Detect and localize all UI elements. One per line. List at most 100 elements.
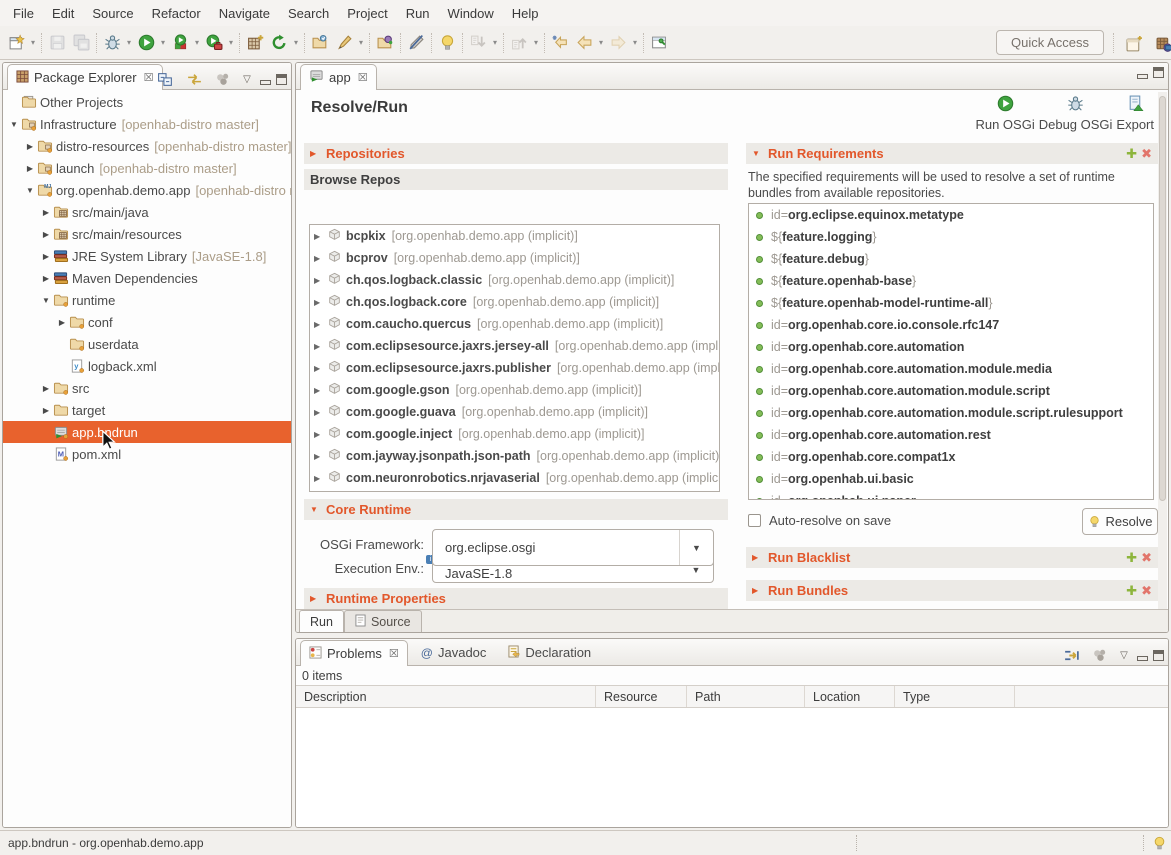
section-run-requirements[interactable]: ▼ Run Requirements ✚ ✖ [746,143,1158,164]
repo-item-com-google-guava[interactable]: ▶com.google.guava[org.openhab.demo.app (… [310,401,719,423]
tree-item-jre-system-library[interactable]: ▶JRE System Library[JavaSE-1.8] [3,245,291,267]
link-with-editor-icon[interactable] [182,67,206,91]
new-java-project-icon[interactable] [243,31,267,55]
focus-on-active-task-icon[interactable] [211,67,235,91]
remove-bundle-icon[interactable]: ✖ [1141,583,1152,599]
dropdown-caret-icon[interactable]: ▾ [124,38,134,47]
tree-item-distro-resources[interactable]: ▶distro-resources[openhab-distro master] [3,135,291,157]
lightbulb-icon[interactable] [435,31,459,55]
repo-item-com-jayway-jsonpath-json-path[interactable]: ▶com.jayway.jsonpath.json-path[org.openh… [310,445,719,467]
chevron-right-icon[interactable]: ▶ [23,164,37,173]
profile-icon[interactable] [202,31,226,55]
filter-icon[interactable] [1059,643,1083,667]
requirement-item-org-openhab-core-automation-rest[interactable]: id=org.openhab.core.automation.rest [749,424,1153,446]
menu-refactor[interactable]: Refactor [143,2,210,25]
chevron-right-icon[interactable]: ▶ [314,232,327,241]
add-blacklist-icon[interactable]: ✚ [1126,550,1137,566]
menu-navigate[interactable]: Navigate [210,2,279,25]
run-icon[interactable] [134,31,158,55]
back-icon[interactable] [572,31,596,55]
tree-item-logback-xml[interactable]: ylogback.xml [3,355,291,377]
tree-item-src-main-java[interactable]: ▶src/main/java [3,201,291,223]
maximize-icon[interactable] [276,74,287,85]
mark-occurrences-icon[interactable] [404,31,428,55]
menu-window[interactable]: Window [439,2,503,25]
column-header-type[interactable]: Type [895,686,1015,707]
tree-item-userdata[interactable]: userdata [3,333,291,355]
tree-item-maven-dependencies[interactable]: ▶Maven Dependencies [3,267,291,289]
debug-icon[interactable] [100,31,124,55]
chevron-right-icon[interactable]: ▶ [314,386,327,395]
dropdown-caret-icon[interactable]: ▾ [531,38,541,47]
requirement-item-org-openhab-core-automation-module-script-rulesupport[interactable]: id=org.openhab.core.automation.module.sc… [749,402,1153,424]
remove-blacklist-icon[interactable]: ✖ [1141,550,1152,566]
section-run-blacklist[interactable]: ▶ Run Blacklist ✚ ✖ [746,547,1158,568]
dropdown-caret-icon[interactable]: ▾ [490,38,500,47]
chevron-down-icon[interactable]: ▼ [39,296,53,305]
remove-requirement-icon[interactable]: ✖ [1141,146,1152,162]
repo-item-com-neuronrobotics-nrjavaserial[interactable]: ▶com.neuronrobotics.nrjavaserial[org.ope… [310,467,719,489]
requirement-item-org-openhab-core-io-console-rfc147[interactable]: id=org.openhab.core.io.console.rfc147 [749,314,1153,336]
chevron-right-icon[interactable]: ▶ [314,342,327,351]
osgi-framework-combo[interactable]: org.eclipse.osgi ▼ [432,529,714,566]
chevron-right-icon[interactable]: ▶ [39,208,53,217]
add-requirement-icon[interactable]: ✚ [1126,146,1137,162]
chevron-right-icon[interactable]: ▶ [314,408,327,417]
section-run-bundles[interactable]: ▶ Run Bundles ✚ ✖ [746,580,1158,601]
tab-source[interactable]: Source [344,610,422,632]
requirement-item-org-openhab-core-automation-module-script[interactable]: id=org.openhab.core.automation.module.sc… [749,380,1153,402]
repo-item-ch-qos-logback-classic[interactable]: ▶ch.qos.logback.classic[org.openhab.demo… [310,269,719,291]
tab-javadoc[interactable]: @ Javadoc [412,639,496,665]
tree-item-other-projects[interactable]: Other Projects [3,91,291,113]
menu-help[interactable]: Help [503,2,548,25]
repo-item-bcprov[interactable]: ▶bcprov[org.openhab.demo.app (implicit)] [310,247,719,269]
requirement-item-feature-logging[interactable]: ${feature.logging} [749,226,1153,248]
lightbulb-icon[interactable] [1152,835,1167,854]
collapse-all-icon[interactable] [153,67,177,91]
open-task-icon[interactable] [308,31,332,55]
chevron-right-icon[interactable]: ▶ [23,142,37,151]
tree-item-src[interactable]: ▶src [3,377,291,399]
column-header-resource[interactable]: Resource [596,686,687,707]
dropdown-caret-icon[interactable]: ▾ [291,38,301,47]
highlight-icon[interactable] [332,31,356,55]
dropdown-caret-icon[interactable]: ▾ [28,38,38,47]
tree-item-app-bndrun[interactable]: app.bndrun [3,421,291,443]
close-icon[interactable]: ☒ [358,71,368,84]
chevron-right-icon[interactable]: ▶ [314,452,327,461]
repo-item-com-caucho-quercus[interactable]: ▶com.caucho.quercus[org.openhab.demo.app… [310,313,719,335]
dropdown-caret-icon[interactable]: ▾ [356,38,366,47]
tree-item-pom-xml[interactable]: Mpom.xml [3,443,291,465]
update-maven-project-icon[interactable] [267,31,291,55]
menu-search[interactable]: Search [279,2,338,25]
editor-tab-app[interactable]: app ☒ [300,64,377,90]
column-header-description[interactable]: Description [296,686,596,707]
last-edit-location-icon[interactable] [548,31,572,55]
coverage-icon[interactable] [168,31,192,55]
chevron-right-icon[interactable]: ▶ [39,252,53,261]
new-wizard-icon[interactable] [4,31,28,55]
maximize-icon[interactable] [1153,67,1164,78]
menu-project[interactable]: Project [338,2,396,25]
chevron-right-icon[interactable]: ▶ [314,364,327,373]
dropdown-caret-icon[interactable]: ▾ [226,38,236,47]
package-explorer-tab[interactable]: Package Explorer ☒ [7,64,163,90]
section-runtime-properties[interactable]: ▶ Runtime Properties [304,588,728,609]
minimize-icon[interactable] [1136,68,1148,78]
repo-item-com-google-inject[interactable]: ▶com.google.inject[org.openhab.demo.app … [310,423,719,445]
chevron-right-icon[interactable]: ▶ [314,430,327,439]
chevron-right-icon[interactable]: ▶ [314,474,327,483]
dropdown-caret-icon[interactable]: ▾ [158,38,168,47]
menu-file[interactable]: File [4,2,43,25]
chevron-down-icon[interactable]: ▼ [679,530,713,565]
dropdown-caret-icon[interactable]: ▾ [596,38,606,47]
java-perspective-icon[interactable] [1152,32,1171,56]
auto-resolve-checkbox[interactable] [748,514,761,527]
menu-run[interactable]: Run [397,2,439,25]
repo-item-com-eclipsesource-jaxrs-publisher[interactable]: ▶com.eclipsesource.jaxrs.publisher[org.o… [310,357,719,379]
dropdown-caret-icon[interactable]: ▾ [192,38,202,47]
open-perspective-icon[interactable] [1122,32,1146,56]
requirement-item-feature-openhab-model-runtime-all[interactable]: ${feature.openhab-model-runtime-all} [749,292,1153,314]
chevron-right-icon[interactable]: ▶ [55,318,69,327]
column-header-location[interactable]: Location [805,686,895,707]
